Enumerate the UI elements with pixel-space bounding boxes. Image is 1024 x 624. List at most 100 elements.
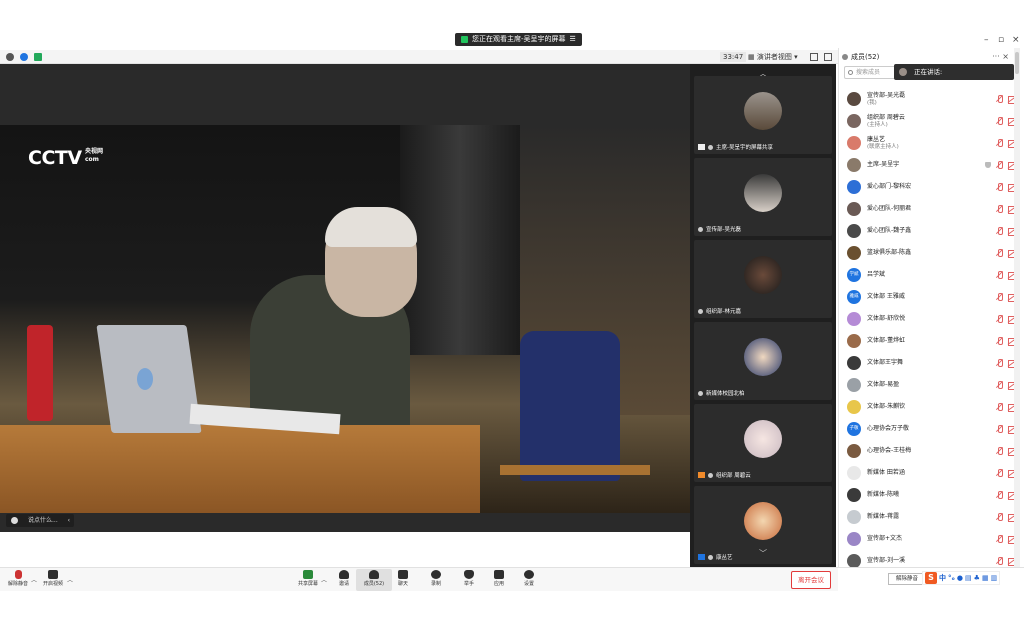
mic-off-icon[interactable] [996, 557, 1003, 565]
video-desk [0, 425, 480, 513]
layout-icon[interactable] [824, 53, 832, 61]
mic-off-icon[interactable] [996, 227, 1003, 235]
restore-button[interactable]: ▫ [998, 35, 1004, 45]
ime-toolbar[interactable]: S 中 °ₒ ● ▤ ♣ ▦ ▥ [922, 571, 1001, 585]
mic-off-icon[interactable] [996, 535, 1003, 543]
info-icon[interactable] [6, 53, 14, 61]
member-row[interactable]: 文体部-易盈 [839, 374, 1019, 396]
leave-meeting-button[interactable]: 离开会议 [791, 571, 831, 589]
mic-icon [698, 308, 703, 314]
member-row[interactable]: 爱心部门-黎科宏 [839, 176, 1019, 198]
invite-icon [339, 570, 349, 579]
member-row[interactable]: 心理协会-王桂梅 [839, 440, 1019, 462]
mic-off-icon[interactable] [996, 293, 1003, 301]
mic-off-icon[interactable] [996, 491, 1003, 499]
member-row[interactable]: 文体部-舒欣悦 [839, 308, 1019, 330]
screen-share-banner[interactable]: 您正在观看主席-吴呈宇的屏幕 ☰ [455, 33, 582, 46]
member-row[interactable]: 宣传部-吴光磊 (我) [839, 88, 1019, 110]
member-name: 文体部-易盈 [867, 381, 900, 388]
emoji-icon[interactable] [11, 517, 18, 524]
member-row[interactable]: 新媒体-蒋露 [839, 506, 1019, 528]
avatar [744, 338, 782, 376]
security-icon[interactable] [20, 53, 28, 61]
member-row[interactable]: 爱心团队-何丽君 [839, 198, 1019, 220]
member-row[interactable]: 子敬 心理协会万子敬 [839, 418, 1019, 440]
member-row[interactable]: 篮球俱乐部-陈鑫 [839, 242, 1019, 264]
mic-off-icon[interactable] [996, 205, 1003, 213]
panel-close-icon[interactable]: ··· × [992, 50, 1009, 64]
avatar [847, 554, 861, 567]
chevron-up-icon[interactable]: ︿ [67, 575, 73, 584]
cctv-logo-sub: 央视网 com [85, 148, 103, 164]
member-list-scrollbar[interactable] [1014, 48, 1020, 567]
chevron-down-icon[interactable]: ﹀ [759, 548, 767, 559]
thumbnail-tile[interactable]: 新媒体校园北柏 [694, 322, 832, 400]
collapse-chevron-icon[interactable]: ‹ [68, 514, 70, 527]
avatar [847, 114, 861, 128]
thumbnail-tile-label: 新媒体校园北柏 [698, 389, 745, 397]
record-button[interactable]: 录制 [418, 569, 454, 591]
member-row[interactable]: 新媒体 田若涵 [839, 462, 1019, 484]
member-row[interactable]: 文体部-朱麒钦 [839, 396, 1019, 418]
member-name: 爱心部门-黎科宏 [867, 183, 912, 190]
mic-off-icon[interactable] [996, 117, 1003, 125]
mic-off-icon[interactable] [996, 337, 1003, 345]
mic-off-icon[interactable] [996, 139, 1003, 147]
ime-grid-icon[interactable]: ▥ [991, 574, 998, 582]
mic-off-icon[interactable] [996, 447, 1003, 455]
fullscreen-icon[interactable] [810, 53, 818, 61]
mic-off-icon[interactable] [996, 513, 1003, 521]
settings-button[interactable]: 设置 [511, 569, 547, 591]
scrollbar-thumb[interactable] [1015, 52, 1019, 74]
cctv-logo: CCTV [28, 147, 82, 169]
signal-icon[interactable] [34, 53, 42, 61]
record-icon [431, 570, 441, 579]
mic-off-icon[interactable] [996, 161, 1003, 169]
mic-off-icon[interactable] [996, 315, 1003, 323]
members-icon [842, 54, 848, 60]
mic-off-icon[interactable] [996, 381, 1003, 389]
mic-off-icon[interactable] [996, 469, 1003, 477]
mic-off-icon[interactable] [996, 425, 1003, 433]
member-row[interactable]: 新媒体-陈曦 [839, 484, 1019, 506]
member-row[interactable]: 主席-吴呈宇 [839, 154, 1019, 176]
ime-keyboard-icon[interactable]: ▤ [965, 574, 972, 582]
member-row[interactable]: 宣传部+文杰 [839, 528, 1019, 550]
thumbnail-tile[interactable]: 组织部-林元嘉 [694, 240, 832, 318]
member-row[interactable]: 雅威 文体部 王雅威 [839, 286, 1019, 308]
view-mode-select[interactable]: ▦ 演讲者视图 ▾ [748, 52, 798, 62]
members-panel: 成员(52) ··· × 搜索成员 正在讲话: 宣传部-吴光磊 (我) 组织部 周碧… [838, 48, 1018, 567]
ime-language[interactable]: 中 [939, 573, 946, 583]
thumbnail-tile[interactable]: 组织部 周碧云 [694, 404, 832, 482]
member-row[interactable]: 组织部 周碧云 (主持人) [839, 110, 1019, 132]
ime-symbols[interactable]: °ₒ [948, 574, 955, 582]
mic-off-icon[interactable] [996, 183, 1003, 191]
member-row[interactable]: 学斌 吕学斌 [839, 264, 1019, 286]
start-video-button[interactable]: 开启视频 [35, 569, 71, 591]
member-row[interactable]: 宣传部-刘一溪 [839, 550, 1019, 567]
member-row[interactable]: 康丛艺 (联席主持人) [839, 132, 1019, 154]
mic-off-icon[interactable] [996, 249, 1003, 257]
mic-off-icon[interactable] [996, 403, 1003, 411]
menu-icon[interactable]: ☰ [570, 33, 576, 46]
avatar [744, 174, 782, 212]
member-row[interactable]: 文体部-董烨虹 [839, 330, 1019, 352]
thumbnail-tile[interactable]: 主席-吴呈宇的屏幕共享 [694, 76, 832, 154]
chat-input[interactable]: 说点什么... ‹ [6, 514, 74, 527]
member-row[interactable]: 爱心团队-魏子鑫 [839, 220, 1019, 242]
close-button[interactable]: × [1012, 35, 1020, 45]
ime-tools-icon[interactable]: ▦ [982, 574, 989, 582]
unmute-all-button[interactable]: 解除静音 [888, 573, 926, 585]
mic-off-icon[interactable] [996, 271, 1003, 279]
thumbnail-tile[interactable]: 宣传部-吴光磊 [694, 158, 832, 236]
thumbnail-name: 宣传部-吴光磊 [706, 227, 741, 233]
mic-off-icon[interactable] [996, 359, 1003, 367]
member-name: 宣传部-刘一溪 [867, 557, 906, 564]
minimize-button[interactable]: – [984, 35, 989, 45]
ime-mic-icon[interactable]: ● [957, 574, 963, 582]
member-row[interactable]: 文体部王宇舞 [839, 352, 1019, 374]
chat-button[interactable]: 聊天 [385, 569, 421, 591]
mic-off-icon[interactable] [996, 95, 1003, 103]
thumbnail-name: 康丛艺 [716, 555, 733, 561]
ime-skin-icon[interactable]: ♣ [974, 574, 980, 582]
